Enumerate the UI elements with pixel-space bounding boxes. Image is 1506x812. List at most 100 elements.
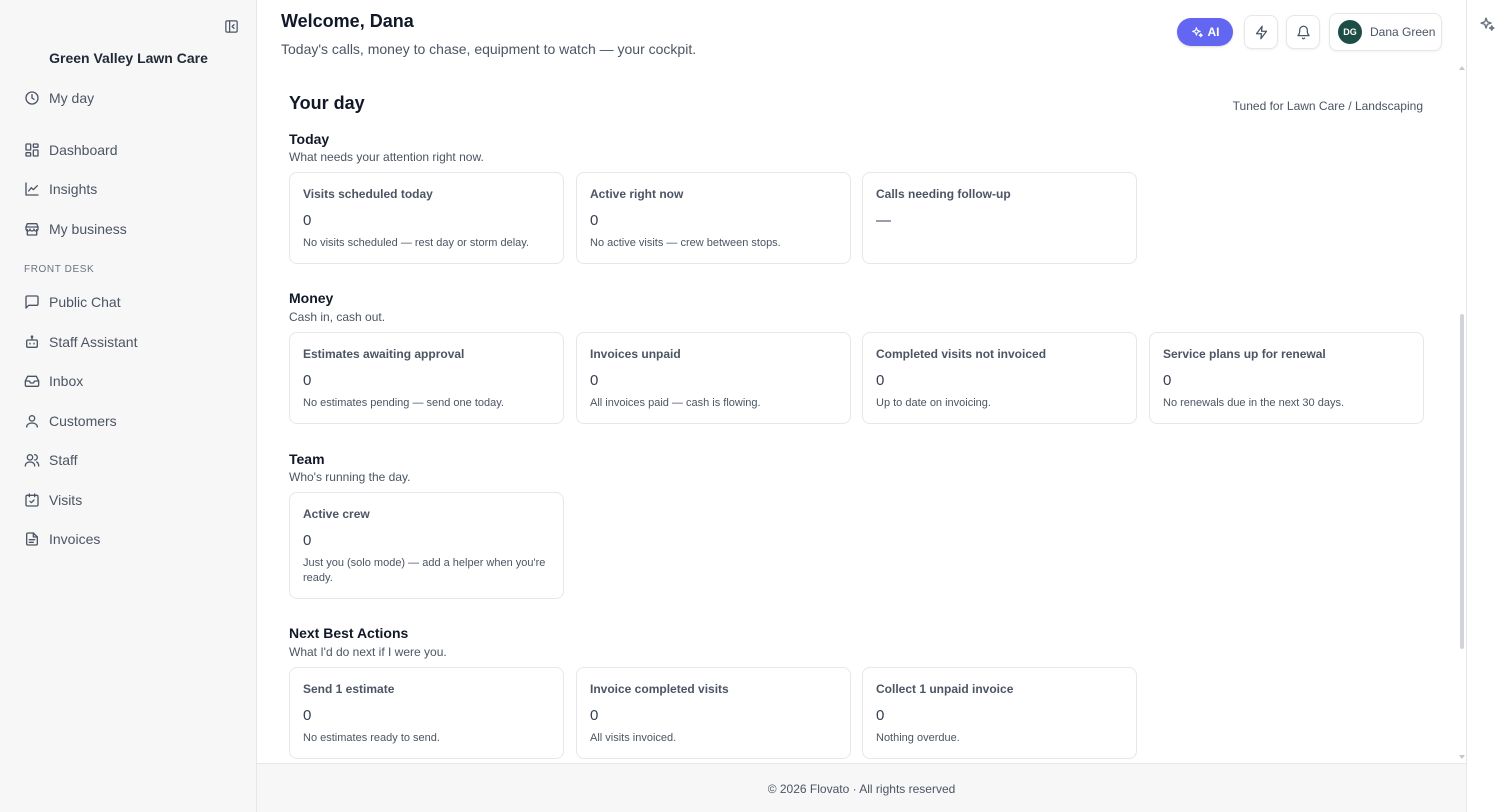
assistant-rail [1466,0,1506,812]
brand-name: Green Valley Lawn Care [49,50,208,66]
card-completed-visits-not-invoiced[interactable]: Completed visits not invoiced 0 Up to da… [862,332,1137,424]
card-collect-unpaid-invoice[interactable]: Collect 1 unpaid invoice 0 Nothing overd… [862,667,1137,759]
sidebar-item-inbox[interactable]: Inbox [24,369,83,393]
card-note: No renewals due in the next 30 days. [1163,397,1345,409]
calendar-check-icon [25,493,39,507]
tuned-for-label: Tuned for Lawn Care / Landscaping [1232,99,1423,113]
dashboard-icon [25,143,39,157]
page-title: Welcome, Dana [281,11,414,31]
sidebar-item-label: Customers [49,413,117,429]
card-value: 0 [303,372,312,389]
sidebar-item-label: Invoices [49,531,101,547]
card-title: Completed visits not invoiced [876,347,1047,361]
card-calls-needing-follow-up[interactable]: Calls needing follow-up — [862,172,1137,264]
card-title: Active right now [590,187,684,201]
card-value: 0 [590,212,599,229]
card-invoice-completed-visits[interactable]: Invoice completed visits 0 All visits in… [576,667,851,759]
footer-text: © 2026 Flovato · All rights reserved [767,782,956,796]
sidebar-collapse-button[interactable] [222,17,240,35]
footer: © 2026 Flovato · All rights reserved [257,763,1466,812]
sidebar-item-label: My business [49,221,127,237]
card-title: Estimates awaiting approval [303,347,465,361]
card-value: 0 [876,707,885,724]
user-menu-button[interactable]: DG Dana Green [1329,13,1442,51]
card-service-plans-up-for-renewal[interactable]: Service plans up for renewal 0 No renewa… [1149,332,1424,424]
user-icon [26,415,38,428]
ai-button[interactable]: AI [1177,18,1233,46]
card-value: 0 [876,372,885,389]
sidebar-item-label: Inbox [49,373,84,389]
group-title-money: Money [289,290,334,306]
group-title-today: Today [289,131,330,147]
group-subtitle-next-best-actions: What I'd do next if I were you. [289,645,447,659]
sidebar-item-staff-assistant[interactable]: Staff Assistant [24,330,137,354]
sidebar-item-label: My day [49,90,95,106]
card-visits-scheduled-today[interactable]: Visits scheduled today 0 No visits sched… [289,172,564,264]
sidebar-item-public-chat[interactable]: Public Chat [24,290,121,314]
card-title: Send 1 estimate [303,682,395,696]
card-value: 0 [303,532,312,549]
sidebar-item-customers[interactable]: Customers [24,409,117,433]
store-icon [25,223,39,236]
card-invoices-unpaid[interactable]: Invoices unpaid 0 All invoices paid — ca… [576,332,851,424]
avatar: DG [1338,20,1362,44]
sidebar-item-label: Public Chat [49,294,121,310]
sidebar-item-label: Staff Assistant [49,334,138,350]
card-title: Invoice completed visits [590,682,729,696]
lightning-icon [1255,25,1267,39]
card-send-estimate[interactable]: Send 1 estimate 0 No estimates ready to … [289,667,564,759]
card-note: Up to date on invoicing. [876,397,991,409]
card-note: All invoices paid — cash is flowing. [590,397,761,409]
group-title-next-best-actions: Next Best Actions [289,625,409,641]
sidebar-item-label: Staff [49,452,78,468]
main-content: Welcome, Dana Today's calls, money to ch… [257,0,1466,812]
line-chart-icon [25,182,39,196]
notifications-button[interactable] [1286,15,1320,49]
ai-button-label: AI [1207,25,1220,39]
card-estimates-awaiting-approval[interactable]: Estimates awaiting approval 0 No estimat… [289,332,564,424]
bell-icon [1296,25,1310,39]
sidebar-item-label: Dashboard [49,142,118,158]
assistant-toggle-button[interactable] [1479,16,1497,34]
card-value: 0 [1163,372,1172,389]
inbox-icon [24,375,40,387]
scroll-up-arrow[interactable] [1459,66,1465,70]
card-note: No estimates ready to send. [303,732,440,744]
main-scrollbar[interactable] [1458,64,1466,763]
sidebar-item-staff[interactable]: Staff [24,448,78,472]
card-title: Calls needing follow-up [876,187,1011,201]
scroll-down-arrow[interactable] [1459,755,1465,759]
users-icon [24,454,40,467]
group-subtitle-team: Who's running the day. [289,470,411,484]
card-note: All visits invoiced. [590,732,677,744]
card-active-right-now[interactable]: Active right now 0 No active visits — cr… [576,172,851,264]
sidebar-item-my-day[interactable]: My day [24,86,94,110]
card-note: Nothing overdue. [876,732,960,744]
card-value: 0 [303,707,312,724]
quick-actions-button[interactable] [1244,15,1278,49]
sidebar-item-my-business[interactable]: My business [24,217,127,241]
card-title: Active crew [303,507,370,521]
sidebar-item-visits[interactable]: Visits [24,488,82,512]
card-active-crew[interactable]: Active crew 0 Just you (solo mode) — add… [289,492,564,599]
sidebar-item-insights[interactable]: Insights [24,177,97,201]
nav-section-label: FRONT DESK [24,264,95,275]
section-heading: Your day [289,93,365,113]
chat-bubble-icon [25,295,39,309]
document-icon [26,532,38,546]
sidebar-item-invoices[interactable]: Invoices [24,527,100,551]
card-note: Just you (solo mode) — add a helper when… [303,557,546,584]
sidebar-item-dashboard[interactable]: Dashboard [24,138,118,162]
sparkles-icon [1480,17,1495,31]
card-title: Collect 1 unpaid invoice [876,682,1014,696]
card-title: Visits scheduled today [303,187,433,201]
card-note: No estimates pending — send one today. [303,397,504,409]
user-name: Dana Green [1370,25,1436,39]
panel-collapse-icon [224,19,238,33]
card-note: No visits scheduled — rest day or storm … [303,237,529,249]
card-note: No active visits — crew between stops. [590,237,781,249]
clock-icon [25,91,39,105]
sidebar-item-label: Visits [49,492,83,508]
card-value: 0 [303,212,312,229]
scroll-thumb[interactable] [1460,314,1464,649]
